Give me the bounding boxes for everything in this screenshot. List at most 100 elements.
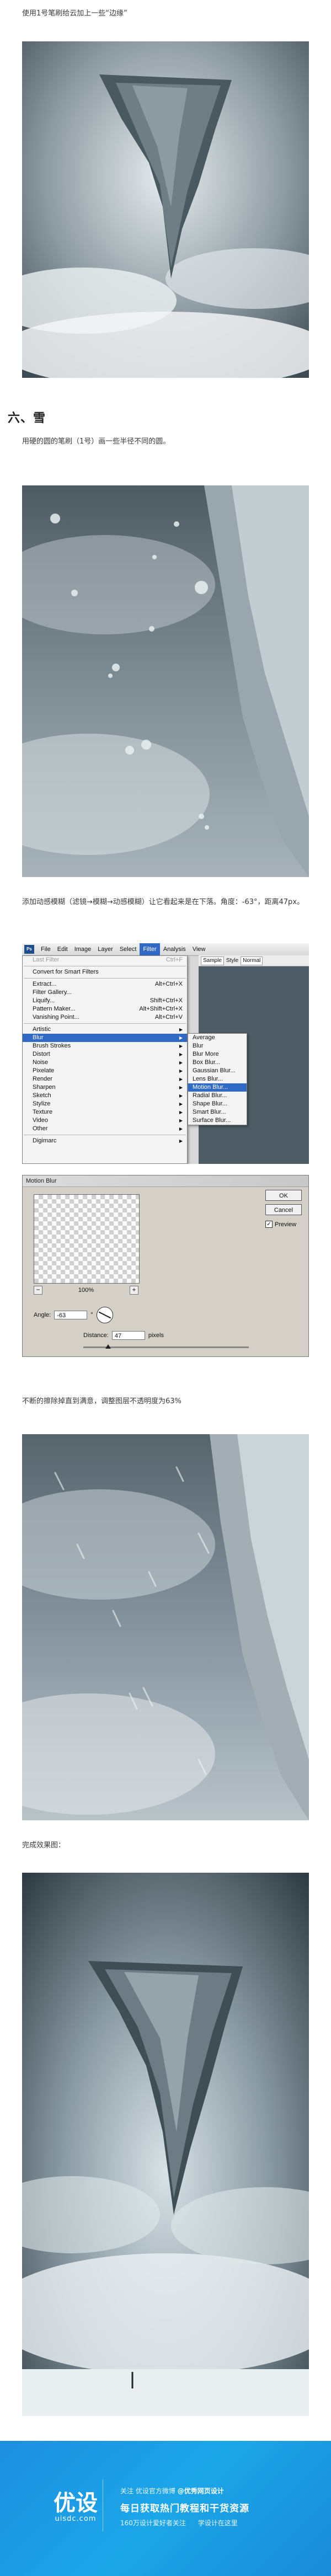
ps-menu-analysis[interactable]: Analysis	[160, 943, 189, 955]
ok-button[interactable]: OK	[265, 1190, 302, 1201]
ps-menu-separator	[24, 1023, 186, 1024]
submenu-arrow-icon: ▶	[179, 1035, 183, 1040]
distance-row: Distance: 47 pixels	[83, 1331, 164, 1340]
final-artwork	[22, 1873, 309, 2416]
motion-blur-preview-area[interactable]	[34, 1194, 140, 1284]
motion-blur-title: Motion Blur	[23, 1175, 308, 1187]
distance-input[interactable]: 47	[111, 1331, 145, 1340]
photoshop-filter-menu-screenshot: Ps File Edit Image Layer Select Filter A…	[22, 943, 309, 1164]
ps-filter-noise[interactable]: Noise ▶	[23, 1059, 187, 1067]
zoom-out-button[interactable]: −	[34, 1286, 42, 1295]
ps-option-style-select[interactable]: Normal	[241, 956, 263, 965]
zoom-level: 100%	[78, 1287, 94, 1294]
footer-follow-line: 关注 优设官方微博 @优秀网页设计	[120, 2487, 224, 2495]
caption-motion-blur: 添加动感模糊（滤镜→模糊→动感模糊）让它看起来是在下落。角度：-63°，距离47…	[22, 898, 305, 906]
motion-blur-zoom-controls: − 100% +	[34, 1286, 138, 1295]
ps-filter-convert-smart[interactable]: Convert for Smart Filters	[23, 968, 187, 976]
weibo-handle[interactable]: @优秀网页设计	[178, 2487, 224, 2495]
ps-menu-view[interactable]: View	[189, 943, 209, 955]
ps-filter-sketch[interactable]: Sketch ▶	[23, 1092, 187, 1100]
ps-menu-image[interactable]: Image	[71, 943, 95, 955]
ps-menubar: Ps File Edit Image Layer Select Filter A…	[22, 943, 309, 956]
submenu-arrow-icon: ▶	[179, 1102, 183, 1107]
ps-filter-liquify[interactable]: Liquify... Shift+Ctrl+X	[23, 997, 187, 1005]
ps-filter-gallery[interactable]: Filter Gallery...	[23, 988, 187, 997]
ps-filter-last-filter[interactable]: Last Filter Ctrl+F	[23, 956, 187, 964]
preview-label: Preview	[275, 1221, 297, 1228]
submenu-arrow-icon: ▶	[179, 1068, 183, 1073]
photoshop-logo-icon: Ps	[24, 945, 34, 954]
angle-row: Angle: -63 °	[34, 1307, 113, 1323]
angle-unit: °	[90, 1312, 93, 1318]
ps-blur-blur-more[interactable]: Blur More	[188, 1050, 247, 1059]
ps-filter-digimarc[interactable]: Digimarc ▶	[23, 1137, 187, 1145]
ps-filter-artistic[interactable]: Artistic ▶	[23, 1025, 187, 1034]
ps-blur-submenu: Average Blur Blur More Box Blur... Gauss…	[188, 1033, 247, 1125]
ps-options-bar: Sample Style Normal	[199, 955, 309, 966]
angle-label: Angle:	[34, 1312, 51, 1318]
ps-filter-vanishing-point[interactable]: Vanishing Point... Alt+Ctrl+V	[23, 1013, 187, 1022]
ps-menu-file[interactable]: File	[38, 943, 54, 955]
ps-blur-shape[interactable]: Shape Blur...	[188, 1100, 247, 1108]
caption-edge: 使用1号笔刷给云加上一些“边缘”	[22, 9, 127, 18]
submenu-arrow-icon: ▶	[179, 1093, 183, 1098]
footer-tagline: 160万设计爱好者关注 学设计在这里	[120, 2519, 238, 2527]
ps-filter-brush-strokes[interactable]: Brush Strokes ▶	[23, 1042, 187, 1050]
submenu-arrow-icon: ▶	[179, 1060, 183, 1065]
caption-final: 完成效果图：	[22, 1841, 66, 1850]
island-painting-1	[22, 41, 309, 378]
caption-erase: 不断的擦除掉直到满意，调整图层不透明度为63%	[22, 1397, 181, 1405]
ps-filter-pattern-maker[interactable]: Pattern Maker... Alt+Shift+Ctrl+X	[23, 1005, 187, 1013]
distance-label: Distance:	[83, 1332, 109, 1339]
ps-filter-extract[interactable]: Extract... Alt+Ctrl+X	[23, 980, 187, 988]
caption-circles: 用硬的圆的笔刷（1号）画一些半径不同的圆。	[22, 437, 170, 446]
ps-blur-surface[interactable]: Surface Blur...	[188, 1116, 247, 1125]
angle-input[interactable]: -63	[54, 1311, 88, 1319]
ps-blur-smart[interactable]: Smart Blur...	[188, 1108, 247, 1116]
ps-menu-select[interactable]: Select	[116, 943, 140, 955]
submenu-arrow-icon: ▶	[179, 1139, 183, 1143]
ps-menu-layer[interactable]: Layer	[94, 943, 116, 955]
distance-slider-handle[interactable]	[105, 1344, 111, 1349]
ps-blur-average[interactable]: Average	[188, 1034, 247, 1042]
ps-filter-stylize[interactable]: Stylize ▶	[23, 1100, 187, 1108]
preview-checkbox-row[interactable]: ✓ Preview	[265, 1221, 296, 1228]
ps-blur-blur[interactable]: Blur	[188, 1042, 247, 1050]
ps-menu-filter[interactable]: Filter	[140, 943, 160, 955]
ps-option-sample[interactable]: Sample	[201, 956, 224, 965]
distance-slider[interactable]	[83, 1344, 249, 1349]
ps-blur-lens[interactable]: Lens Blur...	[188, 1075, 247, 1083]
ps-blur-radial[interactable]: Radial Blur...	[188, 1092, 247, 1100]
ps-blur-gaussian[interactable]: Gaussian Blur...	[188, 1067, 247, 1075]
ps-filter-video[interactable]: Video ▶	[23, 1116, 187, 1125]
footer-slogan: 每日获取热门教程和干货资源	[120, 2503, 249, 2514]
zoom-in-button[interactable]: +	[129, 1286, 138, 1295]
ps-blur-box[interactable]: Box Blur...	[188, 1059, 247, 1067]
ps-filter-render[interactable]: Render ▶	[23, 1075, 187, 1083]
ps-filter-sharpen[interactable]: Sharpen ▶	[23, 1083, 187, 1092]
motion-blur-dialog: Motion Blur − 100% + OK Cancel ✓ Preview…	[22, 1175, 309, 1357]
preview-checkbox[interactable]: ✓	[265, 1221, 273, 1228]
ps-option-style-label: Style	[226, 958, 239, 964]
ps-filter-texture[interactable]: Texture ▶	[23, 1108, 187, 1116]
distance-unit: pixels	[148, 1332, 164, 1339]
ps-filter-other[interactable]: Other ▶	[23, 1125, 187, 1133]
submenu-arrow-icon: ▶	[179, 1044, 183, 1049]
ps-blur-motion[interactable]: Motion Blur...	[188, 1083, 247, 1092]
ps-filter-pixelate[interactable]: Pixelate ▶	[23, 1067, 187, 1075]
logo-domain: uisdc.com	[55, 2515, 97, 2523]
submenu-arrow-icon: ▶	[179, 1110, 183, 1115]
angle-dial[interactable]	[96, 1307, 113, 1323]
submenu-arrow-icon: ▶	[179, 1126, 183, 1131]
ps-filter-distort[interactable]: Distort ▶	[23, 1050, 187, 1059]
submenu-arrow-icon: ▶	[179, 1027, 183, 1032]
cancel-button[interactable]: Cancel	[265, 1204, 302, 1215]
submenu-arrow-icon: ▶	[179, 1118, 183, 1123]
uisdc-logo[interactable]: 优设 uisdc.com	[51, 2479, 103, 2531]
section-heading-snow: 六、雪	[8, 411, 46, 425]
footer-banner: 优设 uisdc.com 关注 优设官方微博 @优秀网页设计 每日获取热门教程和…	[0, 2441, 331, 2576]
submenu-arrow-icon: ▶	[179, 1052, 183, 1057]
ps-filter-dropdown: Last Filter Ctrl+F Convert for Smart Fil…	[22, 955, 188, 1164]
ps-filter-blur[interactable]: Blur ▶	[23, 1034, 187, 1042]
ps-menu-edit[interactable]: Edit	[54, 943, 71, 955]
